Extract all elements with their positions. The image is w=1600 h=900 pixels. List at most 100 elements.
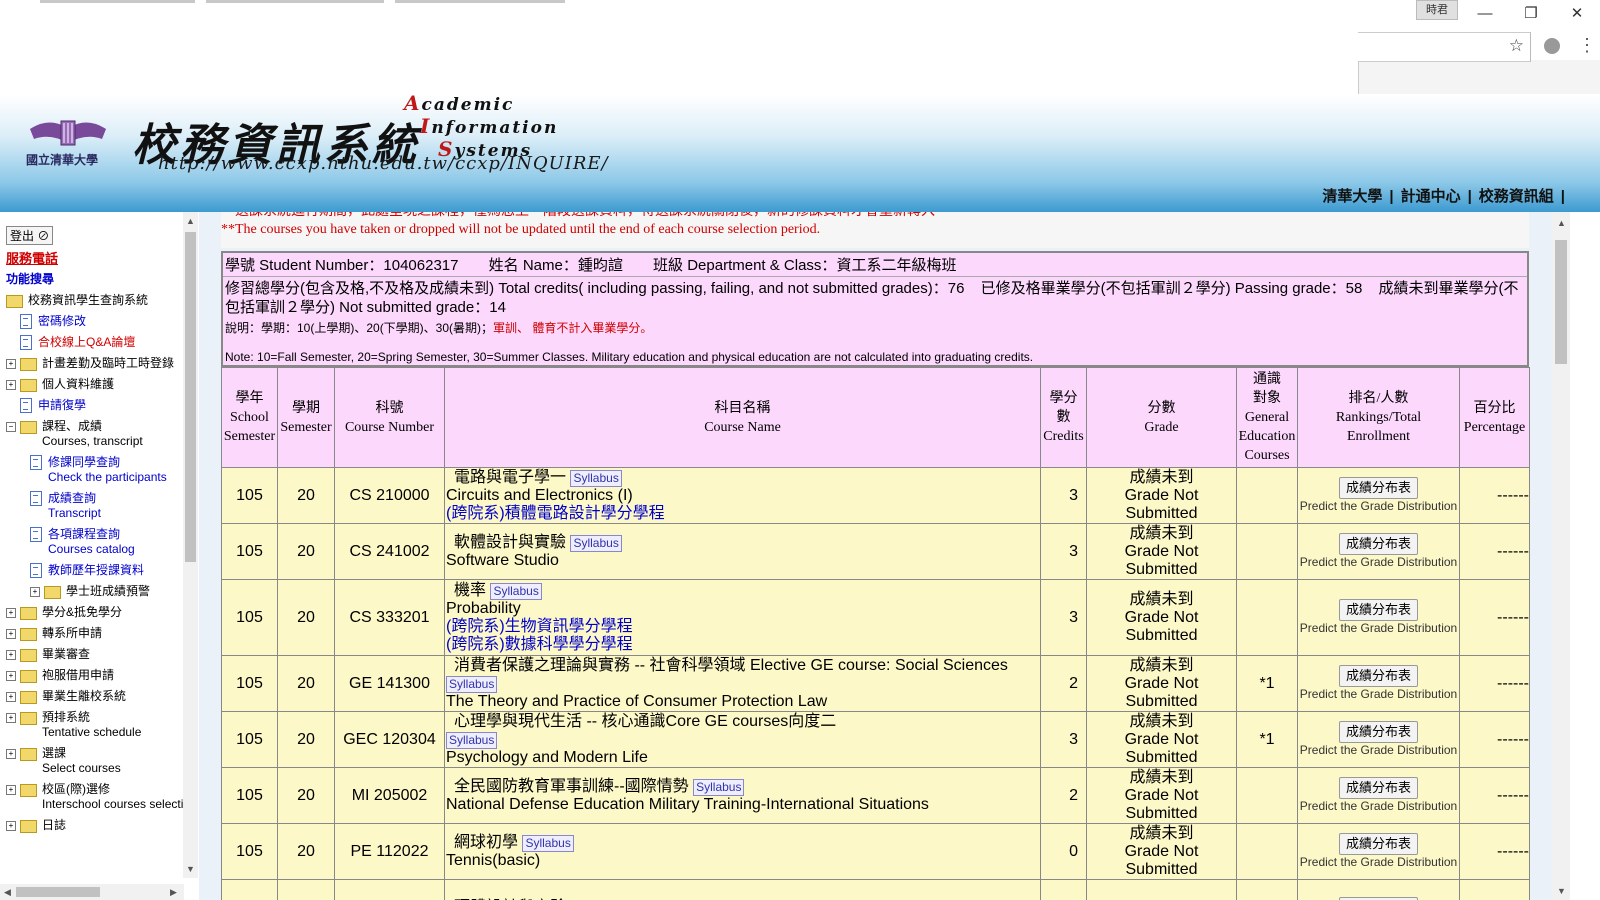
grade-distribution-button[interactable]: 成績分布表	[1338, 533, 1418, 555]
sidebar-item-tentative-schedule[interactable]: + 預排系統 Tentative schedule	[6, 710, 182, 740]
sidebar-item-graduation-review[interactable]: + 畢業審查	[6, 647, 182, 662]
expand-icon[interactable]: +	[6, 692, 16, 702]
program-link[interactable]: (跨院系)數據科學學分學程	[446, 636, 1039, 654]
user-profile-badge[interactable]: 時君	[1416, 0, 1458, 20]
logout-label: 登出	[10, 229, 35, 243]
program-link[interactable]: (跨院系)積體電路設計學分學程	[446, 505, 1039, 523]
course-name-zh: 心理學與現代生活 -- 核心通識Core GE courses向度二	[454, 712, 837, 730]
predict-grade-link[interactable]: Predict the Grade Distribution	[1299, 687, 1458, 702]
expand-icon[interactable]: +	[6, 785, 16, 795]
sidebar-item-reinstatement[interactable]: 申請復學	[20, 398, 182, 413]
predict-grade-link[interactable]: Predict the Grade Distribution	[1299, 621, 1458, 636]
sidebar-item-transcript[interactable]: 成績查詢 Transcript	[30, 491, 182, 521]
grade-distribution-button[interactable]: 成績分布表	[1338, 665, 1418, 687]
browser-tab[interactable]	[40, 0, 195, 3]
predict-grade-link[interactable]: Predict the Grade Distribution	[1299, 799, 1458, 814]
collapse-icon[interactable]: −	[6, 422, 16, 432]
document-icon	[20, 335, 32, 350]
sidebar-item-personal-data[interactable]: + 個人資料維護	[6, 377, 182, 392]
table-row: 105 20 GEC 120304 心理學與現代生活 -- 核心通識Core GE c…	[221, 711, 1530, 768]
course-name-en: Circuits and Electronics (I)	[446, 486, 633, 504]
sidebar-item-leaving-school[interactable]: + 畢業生離校系統	[6, 689, 182, 704]
browser-menu-icon[interactable]: ⋮	[1578, 36, 1596, 54]
tree-label: 計畫差勤及臨時工時登錄	[42, 356, 175, 370]
tree-sublabel: Check the participants	[48, 470, 167, 484]
syllabus-button[interactable]: Syllabus	[522, 834, 574, 852]
cell-year: 105	[221, 767, 278, 824]
tree-root[interactable]: 校務資訊學生查詢系統	[6, 293, 182, 308]
sidebar-item-credits[interactable]: + 學分&抵免學分	[6, 605, 182, 620]
sidebar-item-password[interactable]: 密碼修改	[20, 314, 182, 329]
expand-icon[interactable]: +	[6, 359, 16, 369]
expand-icon[interactable]: +	[6, 650, 16, 660]
cell-course-number: GEC 120304	[334, 711, 445, 768]
syllabus-button[interactable]: Syllabus	[446, 675, 498, 693]
scrollbar-thumb[interactable]	[1555, 240, 1567, 364]
syllabus-button[interactable]: Syllabus	[570, 469, 622, 487]
link-academic-info-division[interactable]: 校務資訊組	[1479, 188, 1554, 205]
predict-grade-link[interactable]: Predict the Grade Distribution	[1299, 855, 1458, 870]
sidebar-item-participants[interactable]: 修課同學查詢 Check the participants	[30, 455, 182, 485]
expand-icon[interactable]: +	[6, 380, 16, 390]
extension-icon[interactable]	[1544, 38, 1560, 54]
folder-icon	[20, 670, 37, 683]
maximize-button[interactable]: ❐	[1508, 4, 1554, 22]
predict-grade-link[interactable]: Predict the Grade Distribution	[1299, 499, 1458, 514]
grade-distribution-button[interactable]: 成績分布表	[1338, 477, 1418, 499]
grade-distribution-button[interactable]: 成績分布表	[1338, 833, 1418, 855]
browser-tab[interactable]	[206, 0, 384, 3]
expand-icon[interactable]: +	[6, 713, 16, 723]
browser-tab[interactable]	[395, 0, 565, 3]
sidebar-item-qa-forum[interactable]: 合校線上Q&A論壇	[20, 335, 182, 350]
tree-sublabel: Courses catalog	[48, 542, 135, 556]
course-name-zh: 網球初學	[454, 833, 519, 851]
sidebar-item-courses-transcript[interactable]: − 課程、成績 Courses, transcript	[6, 419, 182, 449]
grade-distribution-button[interactable]: 成績分布表	[1338, 896, 1418, 900]
logout-button[interactable]: 登出 ⊘	[6, 226, 54, 245]
sidebar-item-gown-borrow[interactable]: + 袍服借用申請	[6, 668, 182, 683]
sidebar-item-interschool[interactable]: + 校區(際)選修 Interschool courses selection	[6, 782, 197, 812]
sidebar-horizontal-scrollbar[interactable]: ◀ ▶	[0, 884, 184, 900]
sidebar-item-transfer[interactable]: + 轉系所申請	[6, 626, 182, 641]
syllabus-button[interactable]: Syllabus	[570, 534, 622, 552]
grade-distribution-button[interactable]: 成績分布表	[1338, 599, 1418, 621]
syllabus-button[interactable]: Syllabus	[490, 582, 542, 600]
sidebar-item-courses-catalog[interactable]: 各項課程查詢 Courses catalog	[30, 527, 182, 557]
sidebar-vertical-scrollbar[interactable]: ▲ ▼	[183, 212, 198, 878]
grade-distribution-button[interactable]: 成績分布表	[1338, 721, 1418, 743]
link-nthu[interactable]: 清華大學	[1322, 188, 1382, 205]
scrollbar-thumb[interactable]	[16, 887, 100, 897]
syllabus-button[interactable]: Syllabus	[693, 778, 745, 796]
expand-icon[interactable]: +	[6, 749, 16, 759]
scrollbar-thumb[interactable]	[185, 232, 196, 562]
grade-distribution-button[interactable]: 成績分布表	[1338, 777, 1418, 799]
minimize-button[interactable]: —	[1462, 5, 1508, 22]
main-vertical-scrollbar[interactable]: ▲ ▼	[1552, 212, 1570, 900]
sidebar-item-select-courses[interactable]: + 選課 Select courses	[6, 746, 182, 776]
expand-icon[interactable]: +	[30, 587, 40, 597]
syllabus-button[interactable]: Syllabus	[446, 731, 498, 749]
link-computer-center[interactable]: 計通中心	[1401, 188, 1461, 205]
close-window-button[interactable]: ✕	[1554, 4, 1600, 22]
cell-course-number	[334, 879, 445, 900]
tree-label: 轉系所申請	[42, 626, 103, 640]
predict-grade-link[interactable]: Predict the Grade Distribution	[1299, 555, 1458, 570]
address-bar[interactable]: ☆	[1358, 32, 1531, 62]
expand-icon[interactable]: +	[6, 821, 16, 831]
program-link[interactable]: (跨院系)生物資訊學分學程	[446, 618, 1039, 636]
student-name: 鍾昀諠	[577, 257, 623, 274]
cell-course-number: CS 241002	[334, 523, 445, 580]
sidebar-item-log[interactable]: + 日誌	[6, 818, 182, 833]
sidebar-item-grade-warning[interactable]: + 學士班成績預警	[30, 584, 182, 599]
tree-label: 學分&抵免學分	[42, 605, 123, 619]
cell-ranking: 成績分布表 Predict the Grade Distribution	[1297, 579, 1460, 656]
sidebar-item-attendance[interactable]: + 計畫差勤及臨時工時登錄	[6, 356, 182, 371]
sidebar-item-teacher-history[interactable]: 教師歷年授課資料	[30, 563, 182, 578]
service-phone-link[interactable]: 服務電話	[6, 248, 182, 267]
expand-icon[interactable]: +	[6, 608, 16, 618]
predict-grade-link[interactable]: Predict the Grade Distribution	[1299, 743, 1458, 758]
expand-icon[interactable]: +	[6, 629, 16, 639]
feature-search-link[interactable]: 功能搜尋	[6, 270, 182, 287]
bookmark-star-icon[interactable]: ☆	[1509, 36, 1524, 56]
expand-icon[interactable]: +	[6, 671, 16, 681]
